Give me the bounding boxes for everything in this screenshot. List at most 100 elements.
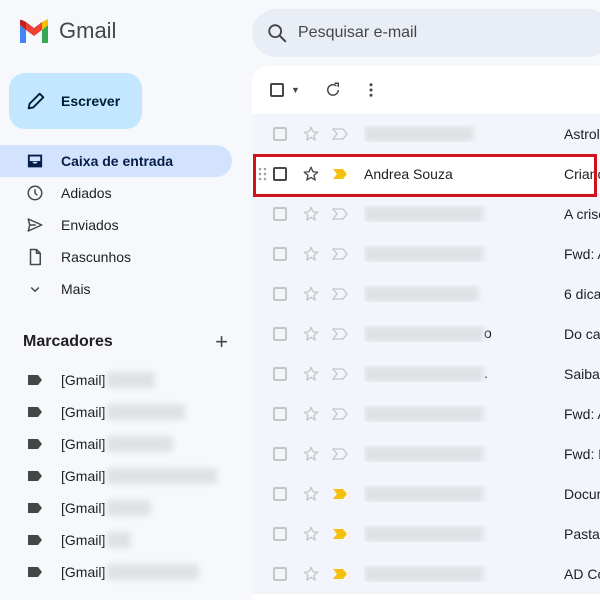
email-checkbox[interactable] [273, 326, 287, 341]
email-subject: 6 dicas [564, 285, 600, 302]
email-subject: Fwd: A [564, 245, 600, 262]
label-item[interactable]: [Gmail] [0, 556, 240, 588]
email-checkbox[interactable] [273, 406, 287, 421]
label-item[interactable]: [Gmail] [0, 524, 240, 556]
search-icon[interactable] [266, 22, 288, 44]
label-tag-icon [28, 503, 42, 513]
search-input[interactable] [298, 24, 558, 42]
important-marker-icon[interactable] [332, 367, 348, 381]
important-marker-icon[interactable] [332, 487, 348, 501]
nav-item-snoozed[interactable]: Adiados [0, 177, 232, 209]
email-subject: Astrolo [564, 125, 600, 142]
email-checkbox[interactable] [273, 166, 287, 181]
email-checkbox[interactable] [273, 206, 287, 221]
email-checkbox[interactable] [273, 566, 287, 581]
email-row[interactable]: Astrolo [252, 114, 600, 154]
star-icon[interactable] [302, 485, 320, 503]
redacted-label-name [107, 436, 174, 452]
star-icon[interactable] [302, 125, 320, 143]
important-marker-icon[interactable] [332, 287, 348, 301]
star-icon[interactable] [302, 365, 320, 383]
label-tag-icon [28, 439, 42, 449]
email-checkbox[interactable] [273, 446, 287, 461]
important-marker-icon[interactable] [332, 127, 348, 141]
important-marker-icon[interactable] [332, 327, 348, 341]
label-tag-icon [28, 567, 42, 577]
email-sender [364, 125, 564, 143]
label-item[interactable]: [Gmail] [0, 460, 240, 492]
important-marker-icon[interactable] [332, 447, 348, 461]
plus-icon[interactable]: + [215, 331, 228, 353]
email-row[interactable]: Docum [252, 474, 600, 514]
star-icon[interactable] [302, 325, 320, 343]
email-row[interactable]: 6 dicas [252, 274, 600, 314]
star-icon[interactable] [302, 525, 320, 543]
compose-button[interactable]: Escrever [9, 73, 142, 129]
email-checkbox[interactable] [273, 486, 287, 501]
refresh-icon[interactable] [324, 81, 342, 99]
redacted-label-name [107, 532, 132, 548]
email-row[interactable]: A crise [252, 194, 600, 234]
label-item[interactable]: [Gmail] [0, 492, 240, 524]
email-subject: Fwd: D [564, 445, 600, 462]
email-row[interactable]: Fwd: A [252, 394, 600, 434]
email-checkbox[interactable] [273, 526, 287, 541]
sender-text: o [484, 324, 492, 341]
star-icon[interactable] [302, 565, 320, 583]
email-row[interactable]: Andrea Souza Crianç [252, 154, 600, 194]
label-tag-icon [28, 471, 42, 481]
email-row[interactable]: Pasta c [252, 514, 600, 554]
important-marker-icon[interactable] [332, 247, 348, 261]
gmail-logo[interactable]: Gmail [18, 18, 116, 44]
label-text: [Gmail] [61, 404, 106, 420]
star-icon[interactable] [302, 445, 320, 463]
email-checkbox[interactable] [273, 286, 287, 301]
label-item[interactable]: [Gmail] [0, 396, 240, 428]
label-tag-icon [28, 407, 42, 417]
pencil-icon [27, 92, 45, 110]
email-subject: Pasta c [564, 525, 600, 542]
more-vert-icon[interactable] [362, 81, 380, 99]
star-icon[interactable] [302, 405, 320, 423]
star-icon[interactable] [302, 205, 320, 223]
important-marker-icon[interactable] [332, 207, 348, 221]
label-text: [Gmail] [61, 468, 106, 484]
email-list: Astrolo Andrea Souza Crianç A crise Fwd: A 6 … [252, 114, 600, 594]
nav-item-inbox[interactable]: Caixa de entrada [0, 145, 232, 177]
email-subject: Saiba c [564, 365, 600, 382]
redacted-label-name [107, 372, 156, 388]
select-options-caret-icon[interactable]: ▼ [291, 85, 300, 95]
email-checkbox[interactable] [273, 246, 287, 261]
important-marker-icon[interactable] [332, 407, 348, 421]
important-marker-icon[interactable] [332, 527, 348, 541]
nav-item-drafts[interactable]: Rascunhos [0, 241, 232, 273]
email-sender [364, 245, 564, 263]
important-marker-icon[interactable] [332, 167, 348, 181]
redacted-sender [364, 566, 484, 583]
email-subject: Docum [564, 485, 600, 502]
email-row[interactable]: o Do car [252, 314, 600, 354]
sidebar-nav: Caixa de entrada Adiados Enviados Rascun… [0, 145, 240, 305]
nav-item-sent[interactable]: Enviados [0, 209, 232, 241]
search-bar[interactable] [252, 9, 600, 57]
email-checkbox[interactable] [273, 126, 287, 141]
star-icon[interactable] [302, 165, 320, 183]
label-item[interactable]: [Gmail] [0, 364, 240, 396]
email-sender [364, 525, 564, 543]
email-row[interactable]: . Saiba c [252, 354, 600, 394]
star-icon[interactable] [302, 285, 320, 303]
email-row[interactable]: AD Co [252, 554, 600, 594]
email-row[interactable]: Fwd: D [252, 434, 600, 474]
important-marker-icon[interactable] [332, 567, 348, 581]
select-all-checkbox[interactable] [270, 83, 284, 97]
clock-icon [27, 185, 43, 201]
drag-handle-icon[interactable] [258, 167, 268, 181]
nav-item-more[interactable]: Mais [0, 273, 232, 305]
star-icon[interactable] [302, 245, 320, 263]
label-item[interactable]: [Gmail] [0, 428, 240, 460]
email-checkbox[interactable] [273, 366, 287, 381]
email-row[interactable]: Fwd: A [252, 234, 600, 274]
label-tag-icon [28, 375, 42, 385]
label-text: [Gmail] [61, 564, 106, 580]
draft-icon [29, 248, 41, 266]
